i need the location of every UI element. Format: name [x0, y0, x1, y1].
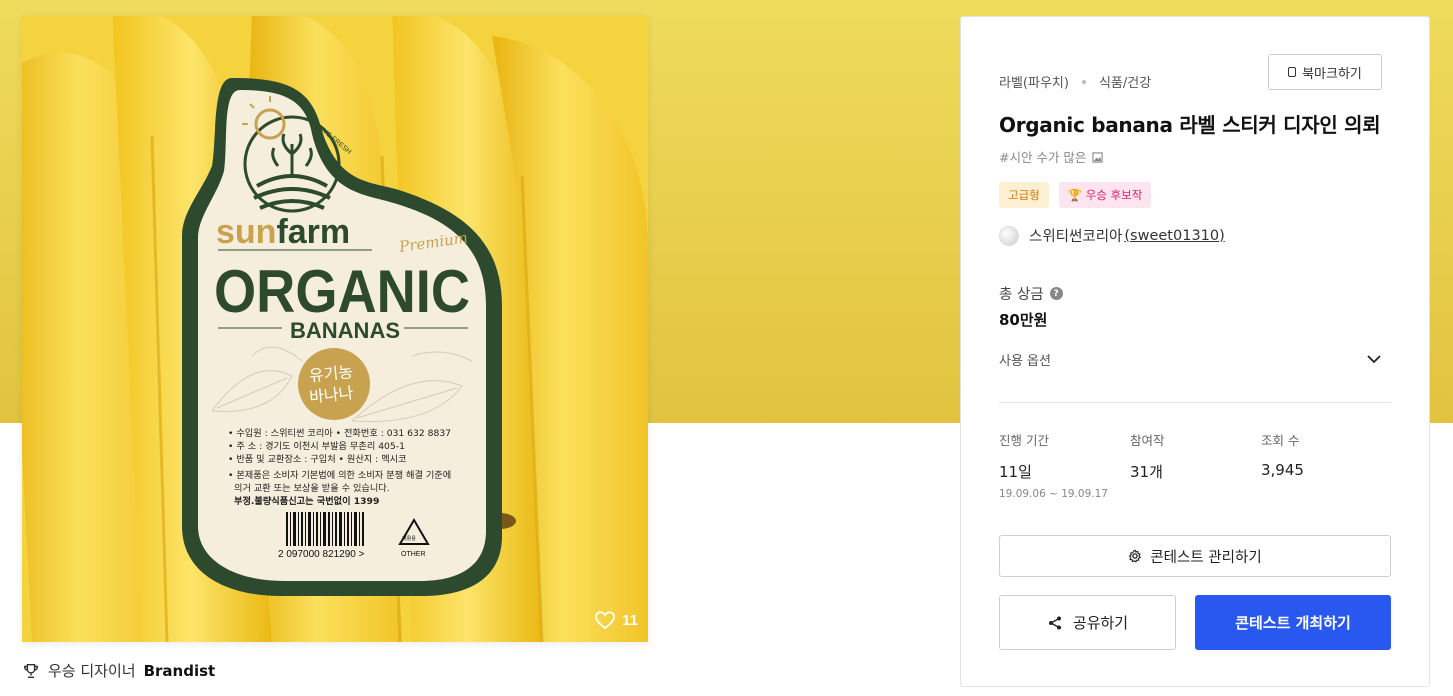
breadcrumb: 라벨(파우치) 식품/건강 [999, 72, 1151, 91]
hashtag[interactable]: #시안 수가 많은 [999, 147, 1104, 166]
hashtag-text: #시안 수가 많은 [999, 150, 1087, 165]
image-icon [1092, 152, 1104, 163]
breadcrumb-item[interactable]: 라벨(파우치) [999, 72, 1069, 91]
host-id-link[interactable]: (sweet01310) [1124, 228, 1224, 244]
korean-badge [298, 348, 370, 420]
share-label: 공유하기 [1072, 614, 1129, 632]
help-icon[interactable]: ? [1049, 287, 1063, 300]
label-info-line: • 반품 및 교환장소 : 구입처 • 원산지 : 멕시코 [228, 453, 407, 465]
stat-value: 11일 [999, 463, 1032, 481]
like-count: 11 [622, 611, 638, 629]
divider [999, 402, 1391, 403]
prize-label-text: 총 상금 [999, 287, 1044, 303]
label-info-line: • 주 소 : 경기도 이천시 부발읍 무촌리 405-1 [228, 440, 405, 452]
stat-date-range: 19.09.06 ~ 19.09.17 [999, 488, 1108, 500]
host-designer: 스위티썬코리아 (sweet01310) [999, 225, 1225, 246]
contest-title: Organic banana 라벨 스티커 디자인 의뢰 [999, 113, 1381, 137]
bookmark-icon [1288, 67, 1297, 77]
stat-value: 3,945 [1261, 461, 1304, 479]
barcode-number: 2 097000 821290 > [278, 549, 365, 560]
heart-icon [595, 611, 616, 630]
winner-prefix: 우승 디자이너 [48, 662, 136, 680]
host-contest-button[interactable]: 콘테스트 개최하기 [1195, 595, 1391, 650]
avatar [999, 225, 1019, 246]
bookmark-button[interactable]: 북마크하기 [1268, 54, 1382, 90]
banana-label-artwork: ALWAYS FRESH sunfarm Premium ORGANIC BAN… [22, 16, 648, 642]
recycle-mark: 재활용 [402, 535, 416, 542]
host-contest-label: 콘테스트 개최하기 [1235, 614, 1351, 632]
stat-value: 31개 [1130, 463, 1163, 481]
trophy-icon [23, 663, 39, 678]
label-organic: ORGANIC [214, 258, 470, 325]
options-dropdown[interactable]: 사용 옵션 [999, 347, 1381, 371]
share-icon [1048, 616, 1061, 629]
label-brand: sunfarm [216, 213, 350, 251]
stat-label: 참여작 [1130, 433, 1165, 448]
candidate-badge: 🏆 우승 후보작 [1058, 182, 1152, 208]
host-name: 스위티썬코리아 [1029, 229, 1123, 245]
manage-contest-label: 콘테스트 관리하기 [1150, 549, 1262, 566]
badges: 고급형 🏆 우승 후보작 [999, 182, 1152, 208]
stat-entries: 참여작 31개 [1130, 430, 1165, 482]
gear-icon [1129, 549, 1142, 563]
winner-name[interactable]: Brandist [144, 662, 216, 680]
stat-views: 조회 수 3,945 [1261, 430, 1304, 479]
prize-label: 총 상금 ? [999, 283, 1063, 304]
contest-image[interactable]: ALWAYS FRESH sunfarm Premium ORGANIC BAN… [22, 16, 648, 642]
share-button[interactable]: 공유하기 [999, 595, 1176, 650]
like-button[interactable]: 11 [594, 610, 638, 630]
label-info-line: 의거 교환 또는 보상을 받을 수 있습니다. [234, 482, 390, 494]
bookmark-label: 북마크하기 [1302, 66, 1362, 82]
winner-designer: 우승 디자이너 Brandist [22, 660, 215, 681]
breadcrumb-separator [1081, 79, 1086, 84]
label-bananas: BANANAS [290, 318, 400, 343]
label-info-line: • 본제품은 소비자 기본법에 의한 소비자 분쟁 해결 기준에 [228, 469, 451, 481]
contest-info-panel: 라벨(파우치) 식품/건강 북마크하기 Organic banana 라벨 스티… [960, 16, 1430, 687]
premium-badge: 고급형 [999, 182, 1049, 208]
prize-value: 80만원 [999, 311, 1048, 329]
stat-period: 진행 기간 11일 19.09.06 ~ 19.09.17 [999, 430, 1108, 500]
stat-label: 조회 수 [1261, 433, 1300, 448]
breadcrumb-item[interactable]: 식품/건강 [1099, 72, 1151, 91]
manage-contest-button[interactable]: 콘테스트 관리하기 [999, 535, 1391, 577]
options-label: 사용 옵션 [999, 353, 1051, 369]
label-info-line: 부정.불량식품신고는 국번없이 1399 [234, 495, 379, 507]
recycle-label: OTHER [401, 551, 426, 558]
stat-label: 진행 기간 [999, 433, 1049, 448]
label-info-line: • 수입원 : 스위티썬 코리아 • 전화번호 : 031 632 8837 [228, 427, 451, 439]
chevron-down-icon [1367, 354, 1381, 363]
